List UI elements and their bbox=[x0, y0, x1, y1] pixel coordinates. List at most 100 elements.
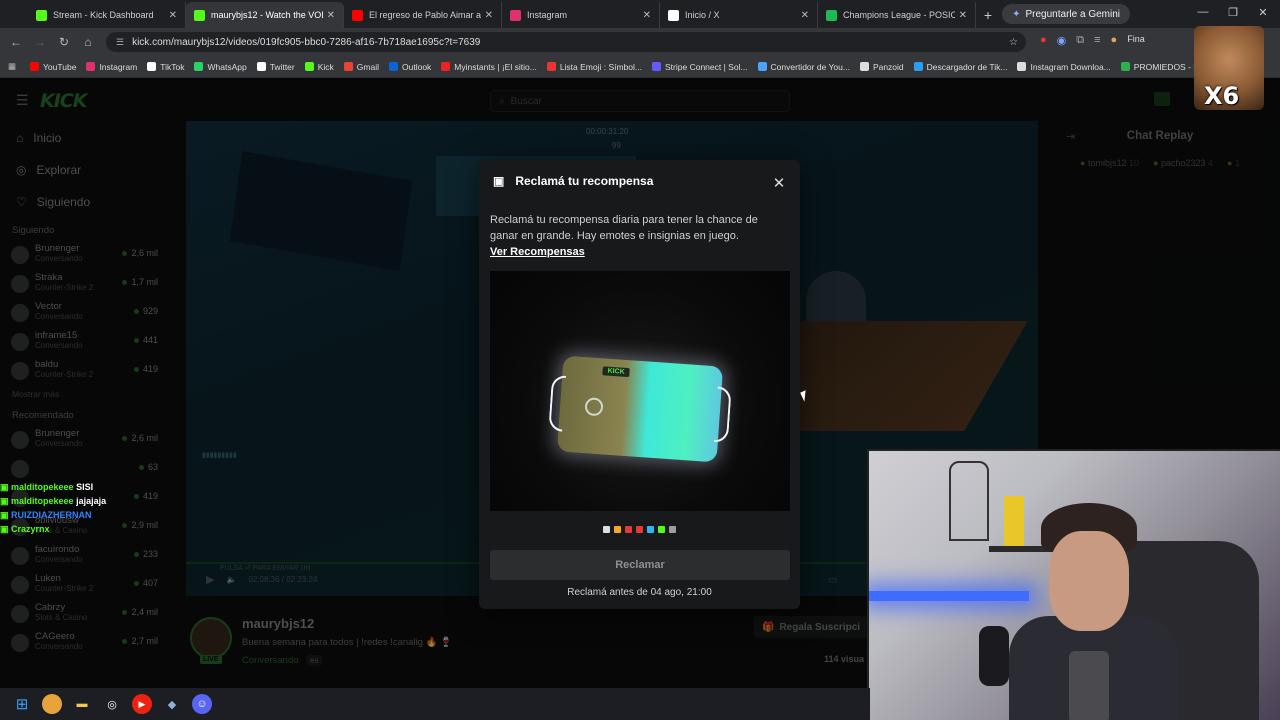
bookmark-item[interactable]: Kick bbox=[304, 62, 334, 72]
modal-description: Reclamá tu recompensa diaria para tener … bbox=[490, 214, 758, 242]
tab-close-icon[interactable]: ✕ bbox=[327, 10, 335, 21]
browser-tab[interactable]: Champions League - POSICION ✕ bbox=[818, 2, 976, 28]
bookmark-item[interactable]: Gmail bbox=[343, 61, 379, 72]
media-icon[interactable]: ≡ bbox=[1094, 34, 1100, 47]
bookmark-item[interactable]: Twitter bbox=[256, 62, 295, 72]
obs-icon[interactable]: ◎ bbox=[102, 694, 122, 714]
site-info-icon[interactable]: ☰ bbox=[116, 37, 124, 48]
gift-box-icon: ▣ bbox=[493, 174, 505, 188]
chrome-icon[interactable] bbox=[42, 694, 62, 714]
profile-label: Fina bbox=[1127, 34, 1145, 44]
tab-close-icon[interactable]: ✕ bbox=[169, 10, 177, 21]
address-bar[interactable]: ☰ kick.com/maurybjs12/videos/019fc905-bb… bbox=[106, 32, 1026, 52]
gemini-label: Preguntarle a Gemini bbox=[1025, 8, 1121, 20]
mate-cup bbox=[1069, 651, 1109, 720]
overlay-chat-message: ▣ Crazyrnx bbox=[0, 522, 130, 536]
bookmark-item[interactable]: Instagram bbox=[86, 62, 137, 72]
extensions-area: ● ◉ ⧉ ≡ ● Fina bbox=[1040, 34, 1145, 47]
close-icon[interactable]: ✕ bbox=[771, 174, 787, 192]
tab-close-icon[interactable]: ✕ bbox=[959, 10, 967, 21]
loot-case: KICK bbox=[548, 355, 732, 463]
puzzle-icon[interactable]: ⧉ bbox=[1076, 34, 1084, 47]
tab-favicon-icon bbox=[36, 9, 47, 21]
windows-start-icon[interactable]: ⊞ bbox=[12, 694, 32, 714]
extension-icon[interactable]: ● bbox=[1040, 34, 1047, 47]
browser-tab[interactable]: Instagram ✕ bbox=[502, 2, 660, 28]
bookmark-label: Gmail bbox=[356, 61, 379, 72]
bookmark-label: Instagram bbox=[99, 61, 138, 72]
overlay-chat-message: ▣ RUIZDIAZHERNAN bbox=[0, 508, 130, 522]
avatar[interactable]: ● bbox=[1111, 34, 1118, 47]
gemini-button[interactable]: ✦ Preguntarle a Gemini bbox=[1002, 4, 1130, 24]
chat-badge-icon: ▣ bbox=[0, 482, 9, 492]
bookmark-item[interactable]: YouTube bbox=[30, 62, 76, 72]
new-tab-button[interactable]: + bbox=[976, 2, 1000, 28]
bookmark-favicon-icon bbox=[913, 62, 923, 71]
bookmark-favicon-icon bbox=[147, 62, 157, 71]
overlay-chat-message: ▣ malditopekeee jajajaja bbox=[0, 494, 130, 508]
bookmark-favicon-icon bbox=[86, 62, 96, 71]
rarity-dot bbox=[669, 526, 676, 533]
bookmark-label: Outlook bbox=[402, 61, 432, 72]
bookmark-item[interactable]: Lista Emoji : Símbol... bbox=[546, 62, 642, 72]
extension-icon[interactable]: ◉ bbox=[1057, 34, 1067, 47]
bookmark-item[interactable]: Descargador de Tik... bbox=[913, 62, 1007, 72]
reload-icon[interactable]: ↻ bbox=[52, 35, 76, 49]
rarity-dot bbox=[625, 526, 632, 533]
minimize-button[interactable]: — bbox=[1188, 6, 1218, 18]
bookmark-label: Myinstants | ¡El sitio... bbox=[454, 61, 537, 72]
modal-header: ▣ Reclamá tu recompensa bbox=[493, 174, 653, 188]
bookmark-item[interactable]: Outlook bbox=[389, 62, 431, 72]
bookmark-favicon-icon bbox=[1017, 62, 1027, 71]
bookmark-item[interactable]: Myinstants | ¡El sitio... bbox=[441, 62, 537, 72]
rarity-dot bbox=[658, 526, 665, 533]
lock-icon bbox=[584, 397, 604, 417]
rarity-dot bbox=[647, 526, 654, 533]
browser-tab[interactable]: El regreso de Pablo Aimar a Riv ✕ bbox=[344, 2, 502, 28]
tab-favicon-icon bbox=[194, 9, 205, 21]
windows-taskbar: ⊞ ▬ ◎ ▶ ◆ ☺ bbox=[0, 688, 870, 720]
apps-icon[interactable]: ▦ bbox=[8, 61, 16, 72]
back-icon[interactable]: ← bbox=[4, 35, 28, 49]
tab-title: maurybjs12 - Watch the VOD o bbox=[211, 10, 323, 20]
chat-badge-icon: ▣ bbox=[0, 496, 9, 506]
browser-tab[interactable]: Stream - Kick Dashboard ✕ bbox=[28, 2, 186, 28]
bookmark-label: PROMIEDOS - Fu bbox=[1133, 61, 1204, 72]
bookmark-item[interactable]: Convertidor de You... bbox=[757, 62, 850, 72]
browser-tab[interactable]: Inicio / X ✕ bbox=[660, 2, 818, 28]
gemini-icon: ✦ bbox=[1012, 8, 1021, 20]
close-window-button[interactable]: ✕ bbox=[1248, 6, 1278, 19]
bookmark-star-icon[interactable]: ☆ bbox=[1009, 37, 1018, 48]
modal-title: Reclamá tu recompensa bbox=[515, 174, 654, 188]
chat-user: malditopekeee bbox=[11, 482, 74, 492]
chat-user: RUIZDIAZHERNAN bbox=[11, 510, 92, 520]
steam-icon[interactable]: ◆ bbox=[162, 694, 182, 714]
file-explorer-icon[interactable]: ▬ bbox=[72, 694, 92, 714]
tab-title: El regreso de Pablo Aimar a Riv bbox=[369, 10, 481, 20]
tab-favicon-icon bbox=[510, 9, 521, 21]
bookmark-item[interactable]: Panzoid bbox=[859, 62, 904, 72]
tab-close-icon[interactable]: ✕ bbox=[643, 10, 651, 21]
case-label: KICK bbox=[602, 366, 630, 378]
bookmark-item[interactable]: Instagram Downloa... bbox=[1017, 62, 1111, 72]
discord-icon[interactable]: ☺ bbox=[192, 694, 212, 714]
rarity-dot bbox=[603, 526, 610, 533]
chat-message: jajajaja bbox=[76, 496, 107, 506]
home-icon[interactable]: ⌂ bbox=[76, 35, 100, 49]
forward-icon[interactable]: → bbox=[28, 35, 52, 49]
stream-gif-overlay: X6 bbox=[1194, 26, 1264, 110]
url-text: kick.com/maurybjs12/videos/019fc905-bbc0… bbox=[132, 36, 481, 48]
bookmark-label: WhatsApp bbox=[207, 61, 247, 72]
restore-button[interactable]: ❐ bbox=[1218, 6, 1248, 19]
bookmark-item[interactable]: PROMIEDOS - Fu bbox=[1120, 61, 1204, 72]
chat-user: malditopekeee bbox=[11, 496, 74, 506]
tab-close-icon[interactable]: ✕ bbox=[801, 10, 809, 21]
view-rewards-link[interactable]: Ver Recompensas bbox=[490, 246, 585, 258]
bookmark-item[interactable]: WhatsApp bbox=[194, 61, 247, 72]
bookmark-item[interactable]: Stripe Connect | Sol... bbox=[652, 62, 748, 72]
tab-close-icon[interactable]: ✕ bbox=[485, 10, 493, 21]
browser-tab[interactable]: maurybjs12 - Watch the VOD o ✕ bbox=[186, 2, 344, 28]
bookmark-item[interactable]: TikTok bbox=[147, 62, 184, 72]
youtube-icon[interactable]: ▶ bbox=[132, 694, 152, 714]
claim-button[interactable]: Reclamar bbox=[490, 550, 790, 580]
